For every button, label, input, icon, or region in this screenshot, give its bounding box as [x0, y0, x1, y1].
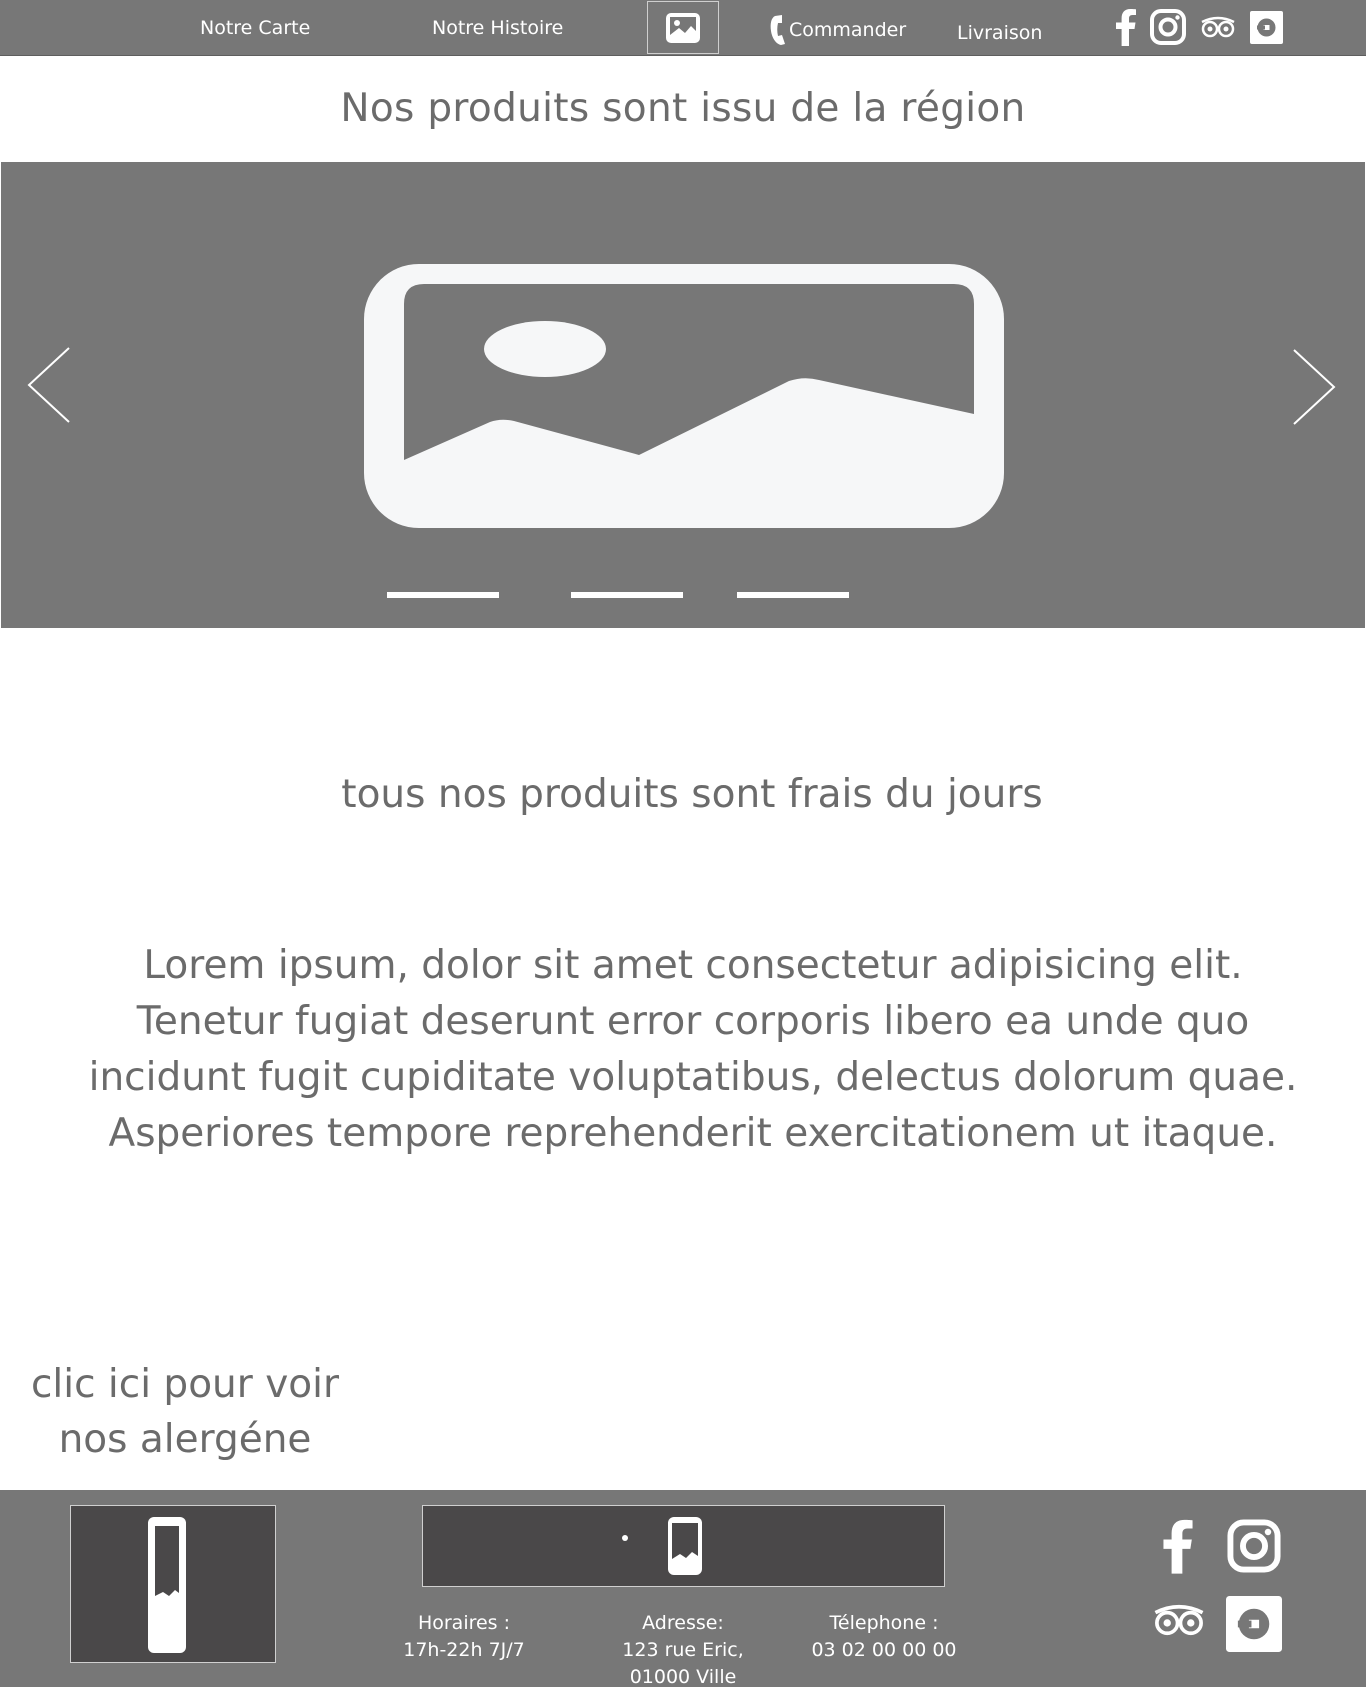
address-line-1: 123 rue Eric,	[622, 1639, 744, 1661]
nav-link-commander[interactable]: Commander	[789, 19, 906, 41]
facebook-icon	[1116, 9, 1136, 46]
description-paragraph: Lorem ipsum, dolor sit amet consectetur …	[88, 943, 1298, 1156]
nav-logo-button[interactable]	[647, 1, 719, 54]
nav-link-commander-wrap[interactable]: Commander	[769, 14, 906, 46]
section-subtitle: tous nos produits sont frais du jours	[341, 772, 1043, 817]
allergen-link-line-1: clic ici pour voir	[30, 1362, 340, 1407]
nav-tripadvisor-link[interactable]	[1199, 8, 1237, 46]
ubereats-icon	[1226, 1596, 1282, 1652]
indicator-dot	[622, 1535, 628, 1541]
footer-address: Adresse: 123 rue Eric, 01000 Ville	[610, 1610, 756, 1691]
mobile-image-icon	[148, 1517, 186, 1653]
image-placeholder-icon	[364, 264, 1004, 528]
instagram-icon	[1227, 1519, 1281, 1573]
chevron-right-icon[interactable]	[1290, 348, 1338, 426]
chevron-left-icon[interactable]	[25, 346, 73, 424]
nav-link-notre-carte[interactable]: Notre Carte	[200, 17, 310, 39]
allergen-link[interactable]: clic ici pour voir nos alergéne	[20, 1357, 350, 1467]
nav-instagram-link[interactable]	[1149, 8, 1187, 46]
footer-facebook-link[interactable]	[1160, 1518, 1196, 1574]
footer-ubereats-link[interactable]	[1226, 1596, 1282, 1652]
allergen-link-line-2: nos alergéne	[58, 1417, 312, 1462]
carousel-indicator-2[interactable]	[571, 592, 683, 598]
phone-image-icon	[668, 1517, 702, 1575]
indicator-dot	[149, 1566, 155, 1572]
nav-ubereats-link[interactable]	[1249, 8, 1283, 46]
tripadvisor-icon	[1154, 1604, 1204, 1636]
footer-logo-box	[70, 1505, 276, 1663]
footer-phone: Télephone : 03 02 00 00 00	[810, 1610, 958, 1664]
carousel-indicator-1[interactable]	[387, 592, 499, 598]
footer-hours: Horaires : 17h-22h 7J/7	[400, 1610, 528, 1664]
hours-label: Horaires :	[417, 1612, 511, 1634]
footer-tripadvisor-link[interactable]	[1150, 1600, 1208, 1640]
carousel-indicator-3[interactable]	[737, 592, 849, 598]
phone-label: Télephone :	[829, 1612, 939, 1634]
ubereats-icon	[1249, 10, 1283, 44]
nav-link-livraison[interactable]: Livraison	[957, 22, 1042, 44]
phone-value: 03 02 00 00 00	[811, 1639, 957, 1661]
tripadvisor-icon	[1201, 16, 1235, 38]
image-icon	[666, 12, 700, 43]
address-label: Adresse:	[642, 1612, 724, 1634]
footer: Horaires : 17h-22h 7J/7 Adresse: 123 rue…	[0, 1490, 1366, 1688]
hours-value: 17h-22h 7J/7	[403, 1639, 525, 1661]
facebook-icon	[1163, 1519, 1193, 1574]
footer-instagram-link[interactable]	[1226, 1518, 1282, 1574]
image-carousel	[1, 162, 1365, 628]
phone-icon	[770, 15, 785, 45]
instagram-icon	[1150, 9, 1186, 45]
nav-facebook-link[interactable]	[1113, 8, 1139, 46]
top-navigation: Notre Carte Notre Histoire Commander Liv…	[0, 0, 1366, 56]
footer-banner-box	[422, 1505, 945, 1587]
page-title: Nos produits sont issu de la région	[340, 86, 1026, 131]
nav-link-notre-histoire[interactable]: Notre Histoire	[432, 17, 563, 39]
